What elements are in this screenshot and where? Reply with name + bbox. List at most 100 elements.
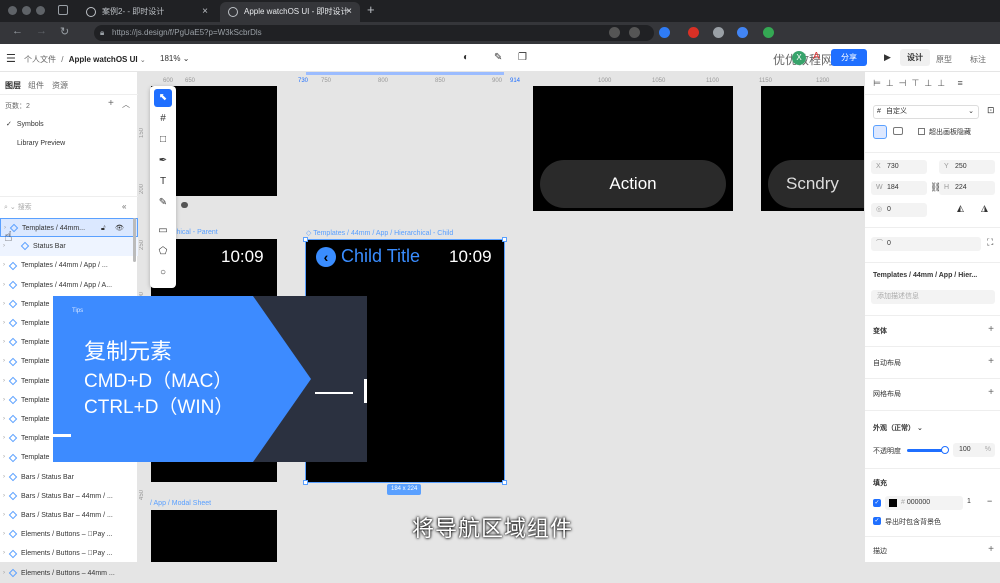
back-icon[interactable]: ← [12, 25, 23, 37]
layer-item[interactable]: › Elements / Buttons – Pay ... [0, 525, 138, 544]
extension-icon[interactable] [688, 27, 699, 38]
expand-caret-icon[interactable]: › [3, 468, 5, 487]
forward-icon[interactable]: → [36, 25, 47, 37]
portrait-icon[interactable] [873, 125, 887, 139]
new-tab-button[interactable]: + [367, 2, 375, 17]
opacity-slider-thumb[interactable] [941, 446, 949, 454]
clip-checkbox[interactable] [918, 128, 925, 135]
expand-caret-icon[interactable]: › [3, 295, 5, 314]
expand-caret-icon[interactable]: › [3, 429, 5, 448]
collapse-icon[interactable]: ︿ [122, 99, 130, 110]
search-tool-icon[interactable]: ○ [154, 264, 172, 282]
scrollbar[interactable] [133, 218, 136, 262]
extension-icon[interactable] [737, 27, 748, 38]
comment-tool-icon[interactable]: ▭ [154, 222, 172, 240]
frame-type-select[interactable]: # 自定义 ⌄ [873, 105, 979, 119]
align-toolbar[interactable]: ⊨⊥⊣⊤⊥⊥ ≡ [873, 78, 968, 89]
action-button[interactable]: Action [540, 160, 726, 208]
expand-caret-icon[interactable]: › [3, 564, 5, 583]
expand-caret-icon[interactable]: › [3, 544, 5, 563]
extension-icon[interactable] [763, 27, 774, 38]
secondary-button[interactable]: Scndry [768, 160, 864, 208]
tab-assets[interactable]: 资源 [52, 80, 68, 91]
expand-caret-icon[interactable]: › [3, 506, 5, 525]
y-field[interactable]: Y 250 [939, 160, 995, 174]
frame-label-modal[interactable]: / App / Modal Sheet [150, 500, 211, 507]
add-page-icon[interactable]: + [108, 98, 114, 109]
back-chevron-icon[interactable]: ‹ [316, 247, 336, 267]
tab-case2[interactable]: 案例2- - 即时设计 × [78, 2, 216, 22]
expand-caret-icon[interactable]: › [3, 487, 5, 506]
layer-item[interactable]: › Elements / Buttons – Pay ... [0, 544, 138, 563]
expand-caret-icon[interactable]: › [3, 333, 5, 352]
sidebar-toggle-icon[interactable] [58, 5, 68, 15]
resize-handle[interactable] [502, 480, 507, 485]
fill-checkbox[interactable]: ✓ [873, 499, 881, 507]
breadcrumb-root[interactable]: 个人文件 [24, 55, 56, 64]
lock-icon[interactable]: 🔓︎ [101, 219, 106, 236]
page-item-symbols[interactable]: ✓ Symbols [6, 120, 44, 128]
rotation-field[interactable]: ◎ 0 [871, 203, 927, 217]
share-button[interactable]: 分享 [831, 49, 867, 66]
watch-frame-secondary[interactable]: Scndry [761, 86, 864, 211]
breadcrumb[interactable]: 个人文件 / Apple watchOS UI ⌄ [24, 54, 146, 65]
select-tool-icon[interactable]: ⬉ [154, 89, 172, 107]
layer-item[interactable]: › Bars / Status Bar – 44mm / ... [0, 487, 138, 506]
edit-icon[interactable]: ✎ [494, 52, 502, 63]
pen-tool-icon[interactable]: ✒ [154, 152, 172, 170]
pencil-tool-icon[interactable]: ✎ [154, 194, 172, 212]
reload-icon[interactable]: ↻ [60, 25, 69, 38]
translate-icon[interactable] [609, 27, 620, 38]
fit-icon[interactable]: ⊡ [987, 105, 995, 116]
expand-caret-icon[interactable]: › [3, 276, 5, 295]
h-field[interactable]: H 224 [939, 181, 995, 195]
text-tool-icon[interactable]: T [154, 173, 172, 191]
expand-caret-icon[interactable]: › [3, 352, 5, 371]
layer-item[interactable]: › Templates / 44mm / App / A... [0, 276, 138, 295]
independent-corners-icon[interactable]: ⛶ [987, 237, 993, 248]
theme-icon[interactable]: ◐ [463, 52, 469, 63]
landscape-icon[interactable] [893, 127, 903, 135]
search-input[interactable]: ⌕ ⌄ 搜索 [4, 202, 32, 212]
tab-components[interactable]: 组件 [28, 80, 44, 91]
file-name[interactable]: Apple watchOS UI [69, 55, 138, 64]
close-tab-icon[interactable]: × [346, 2, 352, 22]
appearance-section[interactable]: 外观（正常） ⌄ [873, 423, 923, 433]
expand-caret-icon[interactable]: › [3, 410, 5, 429]
expand-caret-icon[interactable]: › [3, 525, 5, 544]
add-auto-layout-icon[interactable]: + [988, 356, 994, 367]
maximize-window-icon[interactable] [36, 6, 45, 15]
export-bg-checkbox[interactable]: ✓ [873, 517, 881, 525]
watch-frame-modal[interactable] [151, 510, 277, 562]
page-item-library[interactable]: Library Preview [17, 140, 65, 147]
bookmark-icon[interactable] [629, 27, 640, 38]
extension-icon[interactable] [713, 27, 724, 38]
radius-field[interactable]: ⌒ 0 [871, 237, 981, 251]
expand-caret-icon[interactable]: › [3, 391, 5, 410]
rectangle-tool-icon[interactable]: □ [154, 131, 172, 149]
frame-label-child[interactable]: ◇ Templates / 44mm / App / Hierarchical … [306, 229, 453, 237]
layer-item[interactable]: › Bars / Status Bar – 44mm / ... [0, 506, 138, 525]
add-stroke-icon[interactable]: + [988, 544, 994, 555]
plugin-tool-icon[interactable]: ⬠ [154, 243, 172, 261]
flip-horizontal-icon[interactable]: ◭ [957, 203, 964, 214]
layer-item-selected[interactable]: › Templates / 44mm... 🔓︎ 👁︎ [0, 218, 138, 237]
resize-handle[interactable] [303, 480, 308, 485]
url-field[interactable]: 🔒︎ https://js.design/f/PgUaE5?p=W3kScbrD… [94, 25, 654, 41]
close-window-icon[interactable] [8, 6, 17, 15]
opacity-field[interactable]: 100% [953, 443, 995, 457]
close-tab-icon[interactable]: × [202, 2, 208, 22]
collapse-all-icon[interactable]: « [122, 202, 126, 211]
chevron-down-icon[interactable]: ⌄ [140, 57, 146, 64]
add-grid-icon[interactable]: + [988, 387, 994, 398]
avatar[interactable]: X [792, 51, 806, 65]
layer-item[interactable]: › Elements / Buttons – 44mm ... [0, 564, 138, 583]
flip-vertical-icon[interactable]: ◮ [981, 203, 988, 214]
eye-icon[interactable]: 👁︎ [115, 219, 124, 236]
fill-color-field[interactable]: # 000000 [885, 496, 963, 510]
tab-layers[interactable]: 图层 [5, 80, 21, 91]
minimize-window-icon[interactable] [22, 6, 31, 15]
layers-mode-icon[interactable]: ❐ [518, 52, 527, 63]
frame-tool-icon[interactable]: # [154, 110, 172, 128]
tab-design[interactable]: 设计 [900, 49, 930, 66]
